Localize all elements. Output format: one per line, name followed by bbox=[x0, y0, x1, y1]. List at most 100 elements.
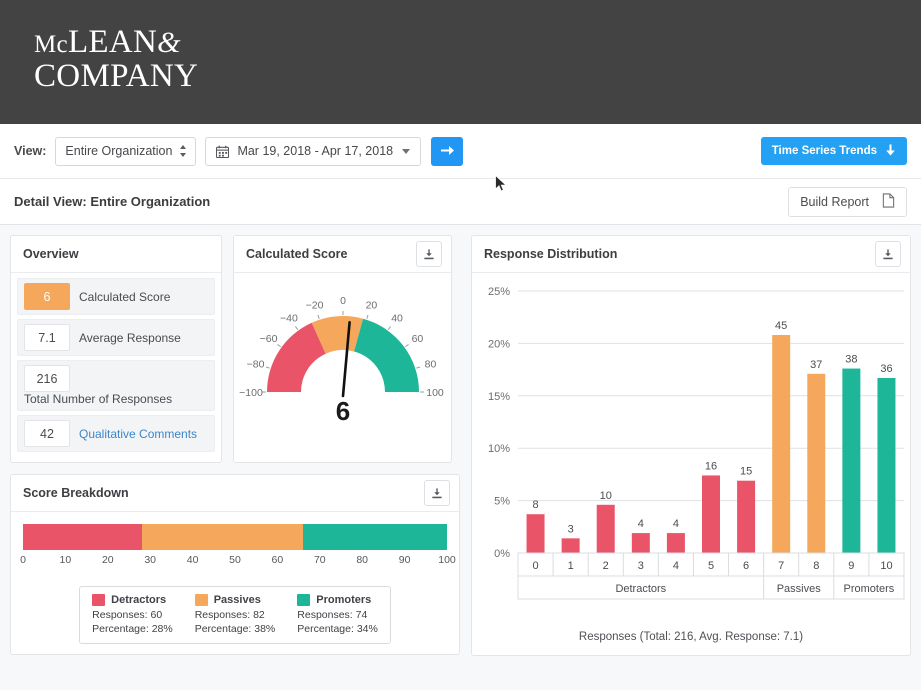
legend-label: Passives bbox=[213, 594, 261, 606]
bar-value-label: 3 bbox=[568, 523, 574, 535]
legend-swatch bbox=[92, 594, 106, 606]
legend-label: Promoters bbox=[316, 594, 372, 606]
score-axis-tick: 50 bbox=[229, 554, 241, 566]
bar bbox=[842, 368, 861, 553]
chevron-down-icon bbox=[402, 148, 411, 154]
legend-item-detractors: Detractors Responses: 60 Percentage: 28% bbox=[92, 594, 173, 636]
document-glyph bbox=[882, 193, 895, 208]
calculated-score-value: 6 bbox=[24, 283, 70, 310]
gauge-tick-label: −100 bbox=[239, 387, 263, 399]
bar-value-label: 15 bbox=[740, 466, 752, 478]
filter-toolbar: View: Entire Organization Mar 19, 2018 -… bbox=[0, 124, 921, 179]
overview-row-qualitative-comments[interactable]: 42 Qualitative Comments bbox=[17, 415, 215, 452]
download-icon bbox=[432, 487, 442, 498]
score-axis-tick: 0 bbox=[20, 554, 26, 566]
score-axis-tick: 90 bbox=[398, 554, 411, 566]
score-breakdown-body: 0 10 20 30 40 50 60 70 80 90 100 Detractors Respons… bbox=[11, 512, 459, 654]
arrow-down-icon bbox=[885, 144, 896, 159]
legend-swatch bbox=[194, 594, 208, 606]
gauge-tick-label: −20 bbox=[306, 300, 324, 312]
organization-select[interactable]: Entire Organization bbox=[55, 136, 197, 166]
legend-percentage: Percentage: 34% bbox=[297, 623, 378, 636]
calendar-glyph bbox=[216, 145, 230, 158]
score-breakdown-card: Score Breakdown 0 10 20 30 40 50 60 70 80 90 100 D… bbox=[10, 474, 460, 656]
bar-value-label: 38 bbox=[845, 354, 857, 366]
organization-select-value: Entire Organization bbox=[65, 144, 173, 158]
y-axis-tick-label: 10% bbox=[488, 443, 510, 455]
bar bbox=[877, 377, 896, 553]
gauge-tick-label: 40 bbox=[391, 313, 403, 325]
x-axis-tick-label: 4 bbox=[673, 560, 679, 572]
brand-line2: COMPANY bbox=[34, 57, 199, 94]
x-axis-tick-label: 0 bbox=[532, 560, 538, 572]
gauge-tick bbox=[265, 366, 270, 369]
gauge-tick-label: −40 bbox=[280, 313, 298, 325]
x-axis-tick-label: 5 bbox=[708, 560, 714, 572]
y-axis-tick-label: 20% bbox=[488, 338, 510, 350]
overview-list: 6 Calculated Score 7.1 Average Response … bbox=[11, 273, 221, 462]
brand-line1-small: Mc bbox=[34, 31, 68, 58]
average-response-value: 7.1 bbox=[24, 324, 70, 351]
download-score-breakdown-button[interactable] bbox=[424, 480, 450, 506]
detail-view-bar: Detail View: Entire Organization Build R… bbox=[0, 179, 921, 225]
gauge-tick bbox=[294, 326, 299, 330]
gauge-tick-label: 60 bbox=[412, 333, 424, 345]
gauge-value-label: 6 bbox=[336, 396, 350, 421]
overview-row-calculated-score: 6 Calculated Score bbox=[17, 278, 215, 315]
gauge-tick bbox=[416, 366, 421, 369]
score-segment-promoters bbox=[302, 524, 447, 550]
score-breakdown-card-header: Score Breakdown bbox=[11, 475, 459, 512]
time-series-trends-button[interactable]: Time Series Trends bbox=[760, 137, 907, 165]
time-series-trends-label: Time Series Trends bbox=[771, 145, 877, 157]
brand-logo: McLEAN& COMPANY bbox=[34, 25, 199, 94]
response-distribution-chart: 0% 5% 10% 15% 20% 25% 8 3 10 4 4 16 15 45 37 38 36 0123… bbox=[472, 273, 910, 655]
score-breakdown-title: Score Breakdown bbox=[23, 486, 129, 500]
legend-responses: Responses: 82 bbox=[194, 609, 265, 621]
top-cards-row: Overview 6 Calculated Score 7.1 Average … bbox=[10, 235, 460, 463]
bar-value-label: 37 bbox=[810, 359, 822, 371]
score-axis-tick: 60 bbox=[271, 554, 284, 566]
legend-item-promoters: Promoters Responses: 74 Percentage: 34% bbox=[297, 594, 378, 636]
response-distribution-card-header: Response Distribution bbox=[472, 236, 910, 273]
apply-filter-button[interactable] bbox=[431, 136, 464, 166]
left-column: Overview 6 Calculated Score 7.1 Average … bbox=[10, 235, 460, 656]
gauge-tick bbox=[405, 343, 409, 348]
gauge-tick-label: −60 bbox=[260, 333, 278, 345]
bar bbox=[561, 538, 580, 553]
y-axis-tick-label: 15% bbox=[488, 391, 510, 403]
x-axis-tick-label: 3 bbox=[638, 560, 644, 572]
qualitative-comments-link[interactable]: Qualitative Comments bbox=[79, 427, 197, 441]
build-report-label: Build Report bbox=[800, 195, 869, 209]
bar bbox=[807, 373, 826, 553]
gauge-tick bbox=[277, 343, 281, 348]
brand-ampersand: & bbox=[157, 26, 181, 59]
legend-swatch bbox=[297, 594, 311, 606]
arrow-down-glyph bbox=[886, 144, 895, 155]
build-report-button[interactable]: Build Report bbox=[788, 187, 907, 217]
app-header: McLEAN& COMPANY bbox=[0, 0, 921, 124]
gauge-band-promoters bbox=[354, 318, 419, 392]
bar-value-label: 45 bbox=[775, 320, 787, 332]
bar bbox=[526, 514, 545, 553]
gauge-chart: −100 −80 −60 −40 −20 0 20 40 60 80 100 6 bbox=[234, 273, 451, 426]
calculated-score-card: Calculated Score −100 −80 −60 −40 −20 0 20 40 60 bbox=[233, 235, 452, 463]
bar bbox=[702, 475, 720, 553]
calculated-score-label: Calculated Score bbox=[79, 289, 171, 304]
score-breakdown-legend-wrap: Detractors Responses: 60 Percentage: 28% Pa… bbox=[23, 572, 447, 645]
bar-value-label: 16 bbox=[705, 460, 717, 472]
score-segment-detractors bbox=[23, 524, 142, 550]
right-column: Response Distribution 0% 5% 10% 15% 20% 25% 8… bbox=[471, 235, 911, 656]
x-axis-group-label: Passives bbox=[777, 583, 822, 595]
gauge-tick-label: 20 bbox=[366, 300, 378, 312]
gauge-tick-label: 0 bbox=[340, 295, 346, 307]
overview-card-header: Overview bbox=[11, 236, 221, 273]
document-icon bbox=[882, 193, 895, 211]
y-axis-tick-label: 25% bbox=[488, 286, 510, 298]
date-range-picker[interactable]: Mar 19, 2018 - Apr 17, 2018 bbox=[205, 136, 422, 166]
legend-item-passives: Passives Responses: 82 Percentage: 38% bbox=[194, 594, 275, 636]
download-calculated-score-button[interactable] bbox=[416, 241, 442, 267]
calculated-score-title: Calculated Score bbox=[246, 247, 348, 261]
download-response-distribution-button[interactable] bbox=[875, 241, 901, 267]
total-responses-value: 216 bbox=[24, 365, 70, 392]
overview-card: Overview 6 Calculated Score 7.1 Average … bbox=[10, 235, 222, 463]
